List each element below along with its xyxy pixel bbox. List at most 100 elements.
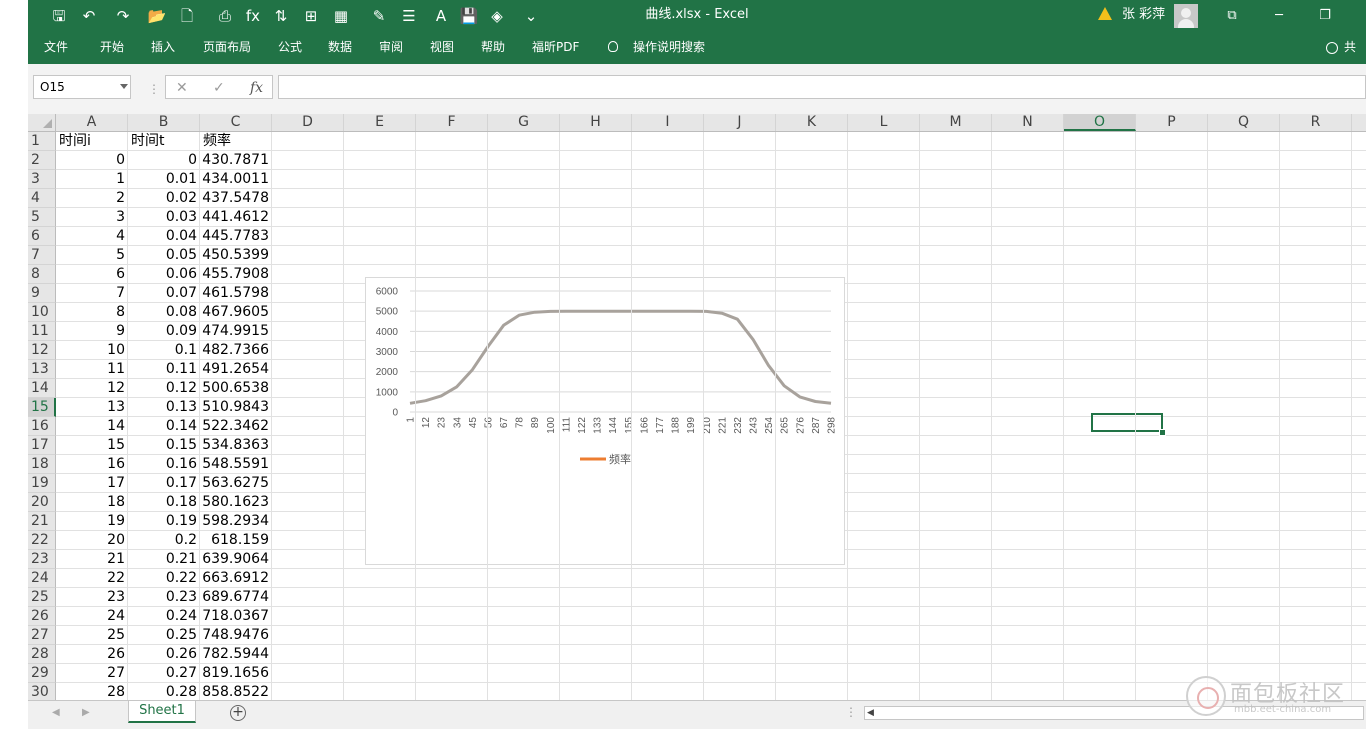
column-header-q[interactable]: Q <box>1208 114 1280 131</box>
row-header[interactable]: 9 <box>28 284 56 303</box>
row-header[interactable]: 12 <box>28 341 56 360</box>
formula-input[interactable] <box>278 75 1366 99</box>
table-cell[interactable]: 0.1 <box>128 341 197 360</box>
table-cell[interactable]: 25 <box>56 626 125 645</box>
line-chart[interactable]: 0 1000 2000 3000 4000 5000 6000 1 12 23 34 45 56 67 78… <box>365 277 845 565</box>
table-cell[interactable]: 17 <box>56 474 125 493</box>
scroll-left-icon[interactable]: ◀ <box>867 708 874 718</box>
row-header[interactable]: 24 <box>28 569 56 588</box>
table-cell[interactable]: 24 <box>56 607 125 626</box>
name-box[interactable]: O15 <box>33 75 131 99</box>
table-cell[interactable]: 0 <box>56 151 125 170</box>
table-cell[interactable]: 20 <box>56 531 125 550</box>
table-cell[interactable]: 534.8363 <box>200 436 269 455</box>
table-cell[interactable]: 0.02 <box>128 189 197 208</box>
table-cell[interactable]: 19 <box>56 512 125 531</box>
table-cell[interactable]: 7 <box>56 284 125 303</box>
header-cell[interactable]: 时间i <box>59 132 127 151</box>
row-header[interactable]: 26 <box>28 607 56 626</box>
column-header-m[interactable]: M <box>920 114 992 131</box>
table-cell[interactable]: 445.7783 <box>200 227 269 246</box>
table-cell[interactable]: 500.6538 <box>200 379 269 398</box>
table-cell[interactable]: 23 <box>56 588 125 607</box>
row-header[interactable]: 29 <box>28 664 56 683</box>
row-header[interactable]: 6 <box>28 227 56 246</box>
table-cell[interactable]: 782.5944 <box>200 645 269 664</box>
table-cell[interactable]: 461.5798 <box>200 284 269 303</box>
column-header-k[interactable]: K <box>776 114 848 131</box>
row-header[interactable]: 11 <box>28 322 56 341</box>
table-cell[interactable]: 0.05 <box>128 246 197 265</box>
column-header-d[interactable]: D <box>272 114 344 131</box>
table-cell[interactable]: 491.2654 <box>200 360 269 379</box>
table-cell[interactable]: 450.5399 <box>200 246 269 265</box>
table-cell[interactable]: 522.3462 <box>200 417 269 436</box>
table-cell[interactable]: 8 <box>56 303 125 322</box>
insert-function-icon[interactable]: fx <box>250 78 263 98</box>
tab-review[interactable]: 审阅 <box>379 32 403 62</box>
row-header[interactable]: 18 <box>28 455 56 474</box>
row-header[interactable]: 16 <box>28 417 56 436</box>
table-cell[interactable]: 0.01 <box>128 170 197 189</box>
table-cell[interactable]: 441.4612 <box>200 208 269 227</box>
table-cell[interactable]: 580.1623 <box>200 493 269 512</box>
fill-handle[interactable] <box>1159 429 1166 436</box>
tab-data[interactable]: 数据 <box>328 32 352 62</box>
tab-foxit-pdf[interactable]: 福昕PDF <box>532 32 579 62</box>
row-header[interactable]: 25 <box>28 588 56 607</box>
row-header[interactable]: 15 <box>28 398 56 417</box>
name-box-dropdown-icon[interactable] <box>120 84 128 89</box>
column-header-c[interactable]: C <box>200 114 272 131</box>
row-header[interactable]: 19 <box>28 474 56 493</box>
row-header[interactable]: 21 <box>28 512 56 531</box>
table-cell[interactable]: 0.17 <box>128 474 197 493</box>
row-header[interactable]: 27 <box>28 626 56 645</box>
row-header[interactable]: 17 <box>28 436 56 455</box>
column-header-b[interactable]: B <box>128 114 200 131</box>
table-cell[interactable]: 22 <box>56 569 125 588</box>
table-cell[interactable]: 618.159 <box>200 531 269 550</box>
table-cell[interactable]: 0.12 <box>128 379 197 398</box>
table-cell[interactable]: 0.13 <box>128 398 197 417</box>
column-header-f[interactable]: F <box>416 114 488 131</box>
sheet-tab-sheet1[interactable]: Sheet1 <box>128 701 196 723</box>
row-header[interactable]: 13 <box>28 360 56 379</box>
table-cell[interactable]: 0.08 <box>128 303 197 322</box>
table-cell[interactable]: 0.23 <box>128 588 197 607</box>
row-header[interactable]: 8 <box>28 265 56 284</box>
table-cell[interactable]: 14 <box>56 417 125 436</box>
table-cell[interactable]: 10 <box>56 341 125 360</box>
table-cell[interactable]: 15 <box>56 436 125 455</box>
row-header[interactable]: 20 <box>28 493 56 512</box>
maximize-button[interactable]: ❐ <box>1313 6 1337 26</box>
table-cell[interactable]: 16 <box>56 455 125 474</box>
row-header[interactable]: 3 <box>28 170 56 189</box>
tab-view[interactable]: 视图 <box>430 32 454 62</box>
column-header-a[interactable]: A <box>56 114 128 131</box>
tab-insert[interactable]: 插入 <box>151 32 175 62</box>
row-header[interactable]: 1 <box>28 132 56 151</box>
column-header-p[interactable]: P <box>1136 114 1208 131</box>
tab-home[interactable]: 开始 <box>100 32 124 62</box>
table-cell[interactable]: 467.9605 <box>200 303 269 322</box>
table-cell[interactable]: 639.9064 <box>200 550 269 569</box>
table-cell[interactable]: 819.1656 <box>200 664 269 683</box>
table-cell[interactable]: 663.6912 <box>200 569 269 588</box>
header-cell[interactable]: 时间t <box>131 132 199 151</box>
table-cell[interactable]: 0.28 <box>128 683 197 700</box>
table-cell[interactable]: 1 <box>56 170 125 189</box>
table-cell[interactable]: 0.09 <box>128 322 197 341</box>
table-cell[interactable]: 0.04 <box>128 227 197 246</box>
table-cell[interactable]: 482.7366 <box>200 341 269 360</box>
table-cell[interactable]: 18 <box>56 493 125 512</box>
table-cell[interactable]: 13 <box>56 398 125 417</box>
table-cell[interactable]: 563.6275 <box>200 474 269 493</box>
cancel-icon[interactable]: ✕ <box>176 78 188 98</box>
table-cell[interactable]: 0.26 <box>128 645 197 664</box>
select-all-button[interactable] <box>28 114 56 132</box>
header-cell[interactable]: 频率 <box>203 132 271 151</box>
table-cell[interactable]: 455.7908 <box>200 265 269 284</box>
table-cell[interactable]: 598.2934 <box>200 512 269 531</box>
table-cell[interactable]: 437.5478 <box>200 189 269 208</box>
table-cell[interactable]: 0.21 <box>128 550 197 569</box>
